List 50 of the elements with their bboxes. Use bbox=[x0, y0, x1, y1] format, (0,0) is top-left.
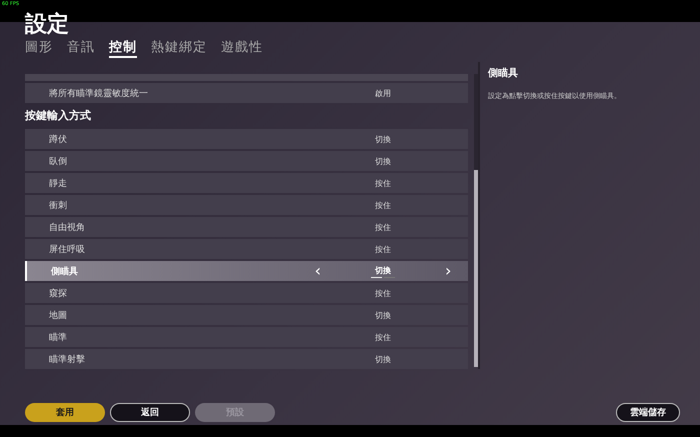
setting-label: 靜走 bbox=[49, 178, 67, 190]
setting-value: 切換 bbox=[375, 156, 391, 166]
settings-tab[interactable]: 控制 bbox=[109, 40, 137, 58]
page-title: 設定 bbox=[25, 14, 69, 36]
previous-option-arrow[interactable]: ‹ bbox=[314, 264, 321, 278]
setting-row[interactable]: 自由視角 按住 bbox=[25, 217, 468, 237]
setting-row[interactable]: 蹲伏 切換 bbox=[25, 129, 468, 149]
setting-row[interactable]: 側瞄具 ‹ 切換 › bbox=[25, 261, 468, 281]
setting-value: 按住 bbox=[375, 222, 391, 232]
setting-label: 瞄準 bbox=[49, 332, 67, 344]
setting-value: 切換 bbox=[375, 134, 391, 144]
setting-row[interactable]: 瞄準 按住 bbox=[25, 327, 468, 347]
setting-value: 按住 bbox=[375, 288, 391, 298]
settings-tab[interactable]: 遊戲性 bbox=[221, 40, 263, 58]
setting-label: 蹲伏 bbox=[49, 134, 67, 146]
setting-value: 按住 bbox=[375, 200, 391, 210]
setting-row[interactable]: 地圖 切換 bbox=[25, 305, 468, 325]
setting-label: 將所有瞄準鏡靈敏度統一 bbox=[49, 88, 148, 100]
setting-row[interactable]: 靜走 按住 bbox=[25, 173, 468, 193]
setting-row[interactable]: 屏住呼吸 按住 bbox=[25, 239, 468, 259]
settings-tab[interactable]: 音訊 bbox=[67, 40, 95, 58]
setting-label: 臥倒 bbox=[49, 156, 67, 168]
setting-value: 按住 bbox=[375, 332, 391, 342]
settings-tab[interactable]: 圖形 bbox=[25, 40, 53, 58]
setting-value: 切換 bbox=[375, 354, 391, 364]
setting-value: 切換 bbox=[375, 264, 391, 276]
section-header: 按鍵輸入方式 bbox=[25, 108, 91, 124]
setting-label: 窺探 bbox=[49, 288, 67, 300]
setting-label: 瞄準射擊 bbox=[49, 354, 85, 366]
setting-row[interactable]: 窺探 按住 bbox=[25, 283, 468, 303]
cloud-save-button[interactable]: 雲端儲存 bbox=[616, 403, 680, 422]
footer-button[interactable]: 返回 bbox=[110, 403, 190, 422]
setting-label: 側瞄具 bbox=[51, 265, 78, 278]
next-option-arrow[interactable]: › bbox=[445, 264, 452, 278]
setting-value: 按住 bbox=[375, 244, 391, 254]
setting-value: 按住 bbox=[375, 178, 391, 188]
footer-button[interactable]: 套用 bbox=[25, 403, 105, 422]
scrollbar-thumb[interactable] bbox=[474, 170, 478, 367]
setting-row[interactable]: 瞄準射擊 切換 bbox=[25, 349, 468, 369]
setting-row[interactable]: 臥倒 切換 bbox=[25, 151, 468, 171]
setting-label: 自由視角 bbox=[49, 222, 85, 234]
setting-value: 啟用 bbox=[375, 88, 391, 98]
settings-tab[interactable]: 熱鍵綁定 bbox=[151, 40, 207, 58]
setting-row[interactable]: 將所有瞄準鏡靈敏度統一 啟用 bbox=[25, 83, 468, 103]
setting-label: 地圖 bbox=[49, 310, 67, 322]
setting-value: 切換 bbox=[375, 310, 391, 320]
setting-label: 衝刺 bbox=[49, 200, 67, 212]
setting-row[interactable]: 衝刺 按住 bbox=[25, 195, 468, 215]
detail-title: 側瞄具 bbox=[488, 66, 518, 80]
setting-label: 屏住呼吸 bbox=[49, 244, 85, 256]
